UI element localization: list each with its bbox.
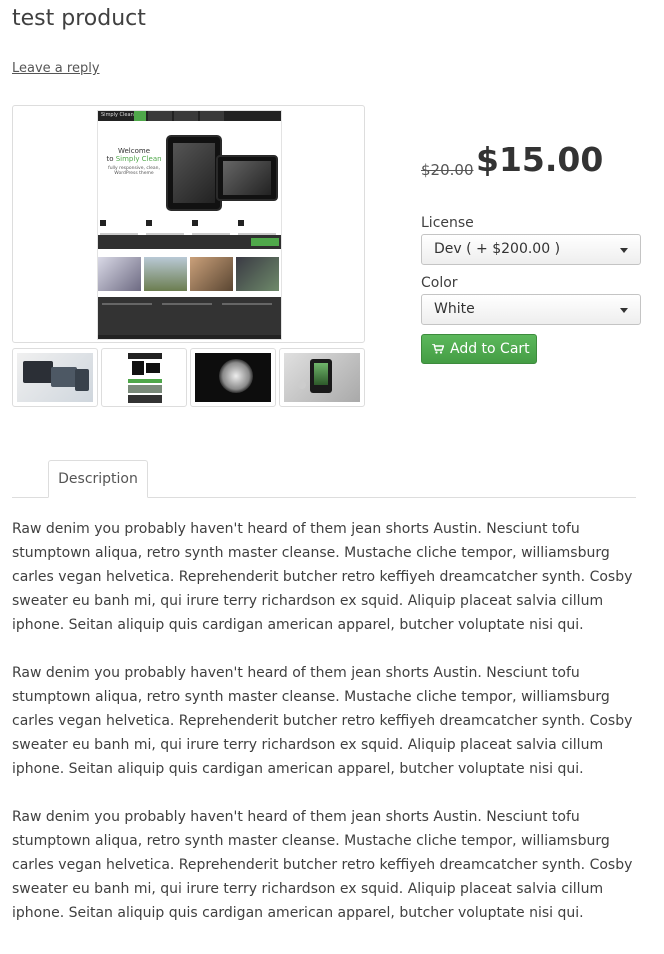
color-select[interactable]: White [421,294,641,325]
description-paragraph: Raw denim you probably haven't heard of … [12,665,633,777]
color-label: Color [421,275,458,291]
tablet-image [166,135,222,211]
sale-price: $15.00 [476,140,604,179]
license-selected-value: Dev ( + $200.00 ) [434,241,561,257]
chevron-down-icon [620,308,628,313]
preview-welcome-text: Welcome to Simply Clean fully responsive… [106,147,162,176]
tablet-image [216,155,278,201]
thumbnail-theme-preview-2[interactable] [101,348,187,407]
thumbnail-watch[interactable] [190,348,276,407]
thumbnail-phone[interactable] [279,348,365,407]
description-paragraph: Raw denim you probably haven't heard of … [12,809,633,921]
original-price: $20.00 [421,161,474,179]
description-paragraph: Raw denim you probably haven't heard of … [12,521,633,633]
tab-description[interactable]: Description [48,460,148,498]
cart-icon [432,342,445,354]
add-to-cart-label: Add to Cart [450,341,530,357]
main-product-image[interactable]: Simply Clean Welcome to Simply Clean ful… [12,105,365,343]
thumbnail-theme-preview-1[interactable] [12,348,98,407]
product-title: test product [12,6,146,31]
license-select[interactable]: Dev ( + $200.00 ) [421,234,641,265]
preview-logo: Simply Clean [101,112,134,118]
add-to-cart-button[interactable]: Add to Cart [421,334,537,364]
license-label: License [421,215,474,231]
theme-preview-screenshot: Simply Clean Welcome to Simply Clean ful… [97,110,282,340]
chevron-down-icon [620,248,628,253]
leave-reply-link[interactable]: Leave a reply [12,61,100,76]
color-selected-value: White [434,301,475,317]
